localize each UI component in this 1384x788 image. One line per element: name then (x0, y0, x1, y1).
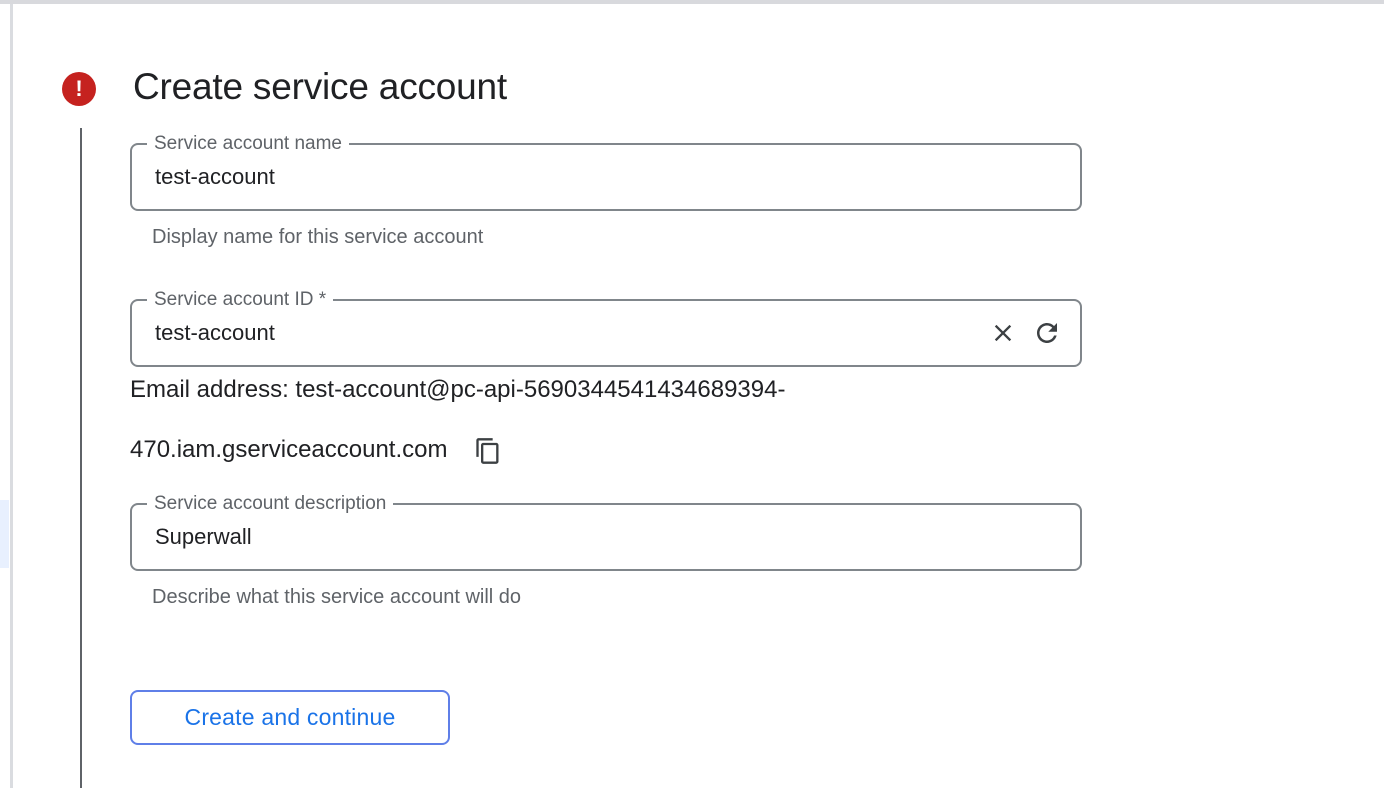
error-glyph: ! (75, 78, 82, 100)
step-connector-line (80, 128, 82, 788)
service-account-description-label: Service account description (147, 493, 393, 514)
email-line-2: 470.iam.gserviceaccount.com (130, 436, 447, 463)
service-account-name-input[interactable] (132, 145, 1080, 209)
clear-id-button[interactable] (982, 312, 1024, 354)
copy-email-button[interactable] (471, 434, 505, 468)
service-account-name-label: Service account name (147, 133, 349, 154)
left-panel-selection-highlight (0, 500, 9, 568)
copy-icon (474, 437, 502, 465)
page-title: Create service account (133, 66, 507, 108)
service-account-id-label: Service account ID * (147, 289, 333, 310)
email-address: Email address: test-account@pc-api-56903… (130, 360, 785, 480)
refresh-icon (1032, 318, 1062, 348)
close-icon (989, 319, 1017, 347)
service-account-id-field: Service account ID * (130, 299, 1082, 367)
service-account-id-input[interactable] (132, 301, 1080, 365)
email-line-1: Email address: test-account@pc-api-56903… (130, 376, 785, 403)
left-panel-divider (10, 4, 13, 788)
service-account-description-input[interactable] (132, 505, 1080, 569)
regenerate-id-button[interactable] (1026, 312, 1068, 354)
top-border-divider (0, 0, 1384, 4)
create-and-continue-button[interactable]: Create and continue (130, 690, 450, 745)
service-account-name-field: Service account name (130, 143, 1082, 211)
service-account-description-helper: Describe what this service account will … (152, 586, 521, 609)
service-account-id-actions (982, 301, 1068, 365)
service-account-description-field: Service account description (130, 503, 1082, 571)
service-account-name-helper: Display name for this service account (152, 226, 483, 249)
error-step-icon: ! (62, 72, 96, 106)
